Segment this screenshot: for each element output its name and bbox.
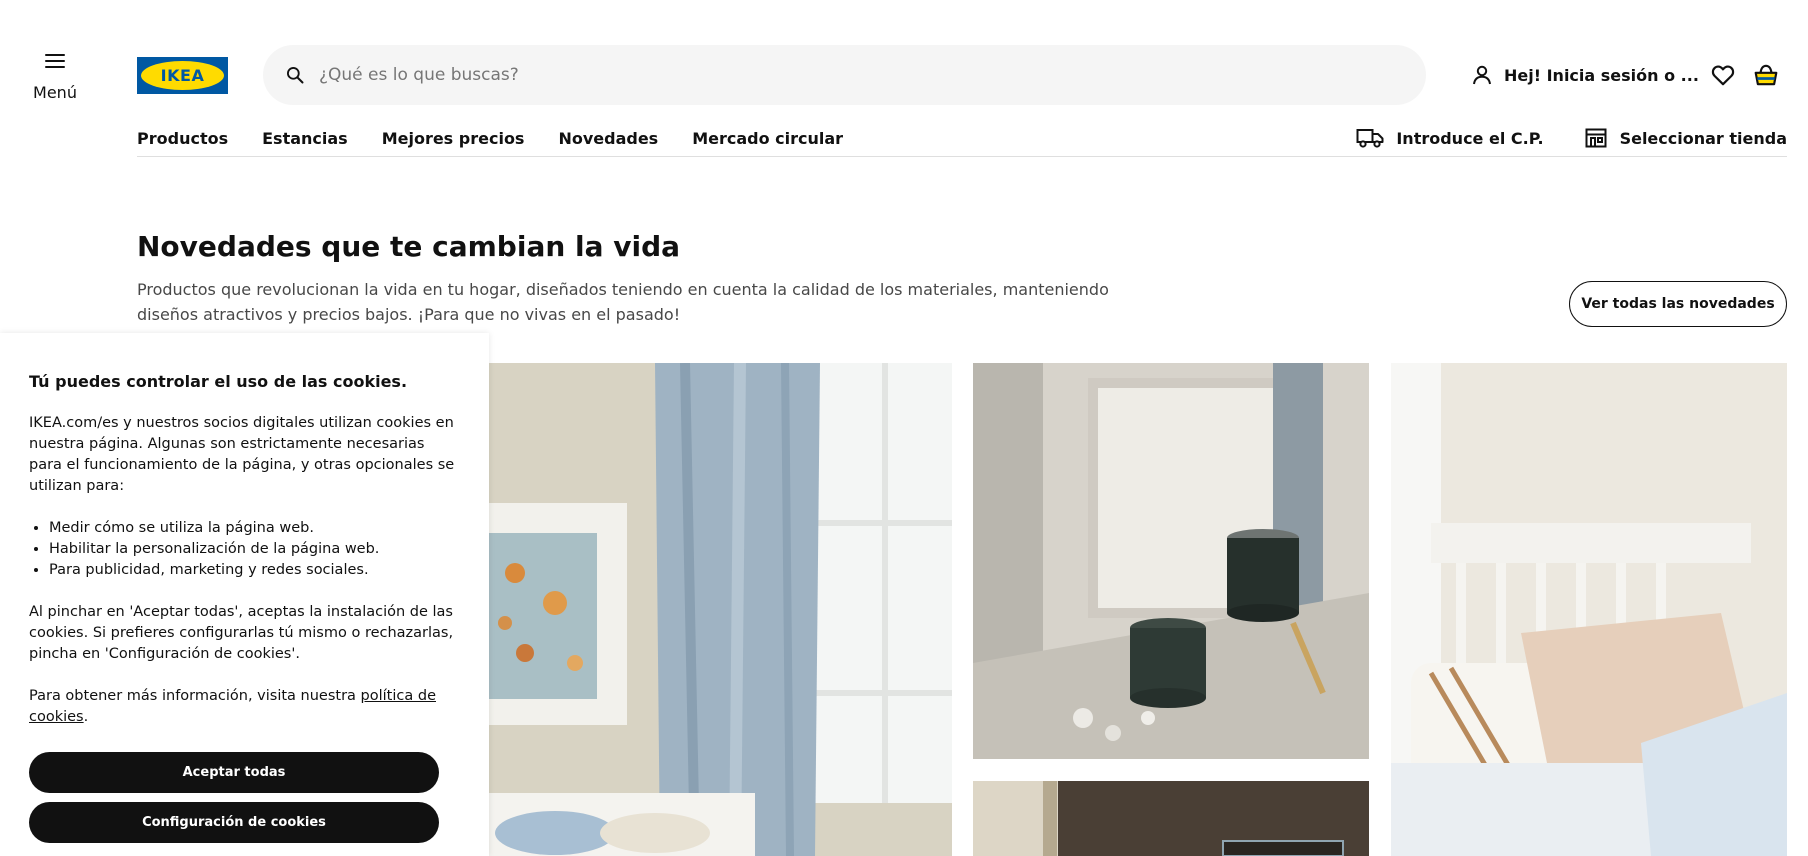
cookie-intro: IKEA.com/es y nuestros socios digitales … xyxy=(29,415,455,494)
product-image-bedroom-curtains[interactable] xyxy=(485,363,952,856)
postal-code-label: Introduce el C.P. xyxy=(1396,128,1544,148)
tv-room-illustration xyxy=(973,781,1369,856)
see-all-new-button[interactable]: Ver todas las novedades xyxy=(1569,281,1787,327)
main-nav: Productos Estancias Mejores precios Nove… xyxy=(137,120,877,156)
heart-icon[interactable] xyxy=(1710,62,1736,88)
nav-item-novedades[interactable]: Novedades xyxy=(558,129,658,148)
cookie-settings-button[interactable]: Configuración de cookies xyxy=(29,802,439,843)
select-store-label: Seleccionar tienda xyxy=(1619,128,1787,148)
cookie-purposes-list: Medir cómo se utiliza la página web. Hab… xyxy=(29,518,460,581)
menu-label: Menú xyxy=(33,83,77,102)
shopping-bag-icon[interactable] xyxy=(1753,62,1779,88)
ikea-logo[interactable]: IKEA xyxy=(137,57,228,94)
menu-button[interactable]: Menú xyxy=(22,46,88,102)
select-store-button[interactable]: Seleccionar tienda xyxy=(1584,126,1787,150)
logo-text: IKEA xyxy=(160,66,205,85)
header-divider xyxy=(137,156,1787,157)
account-label: Hej! Inicia sesión o ... xyxy=(1504,65,1699,85)
search-bar[interactable] xyxy=(263,45,1426,105)
store-icon xyxy=(1585,128,1607,148)
user-icon xyxy=(1473,65,1491,85)
bedroom-curtains-illustration xyxy=(485,363,952,856)
accept-all-cookies-button[interactable]: Aceptar todas xyxy=(29,752,439,793)
nav-item-estancias[interactable]: Estancias xyxy=(262,129,348,148)
cookie-purpose-item: Medir cómo se utiliza la página web. xyxy=(49,518,460,539)
cookie-more-info-text: Para obtener más información, visita nue… xyxy=(29,688,361,704)
cookie-title: Tú puedes controlar el uso de las cookie… xyxy=(29,372,408,391)
product-image-bed-cushions[interactable] xyxy=(1391,363,1787,856)
truck-icon xyxy=(1356,129,1384,148)
section-description: Productos que revolucionan la vida en tu… xyxy=(137,280,1109,324)
cookie-purpose-item: Habilitar la personalización de la págin… xyxy=(49,539,460,560)
candles-illustration xyxy=(973,363,1369,759)
cookie-more-info-end: . xyxy=(83,709,89,725)
nav-item-mejores-precios[interactable]: Mejores precios xyxy=(382,129,525,148)
bed-cushions-illustration xyxy=(1391,363,1787,856)
section-title: Novedades que te cambian la vida xyxy=(137,230,681,263)
cookie-more-info: Para obtener más información, visita nue… xyxy=(29,686,460,728)
cookie-banner: Tú puedes controlar el uso de las cookie… xyxy=(0,333,489,856)
cookie-accept-info: Al pinchar en 'Aceptar todas', aceptas l… xyxy=(29,604,454,662)
cookie-purpose-item: Para publicidad, marketing y redes socia… xyxy=(49,560,460,581)
search-icon xyxy=(287,67,304,84)
product-image-tv-room[interactable] xyxy=(973,781,1369,856)
nav-item-productos[interactable]: Productos xyxy=(137,129,228,148)
product-image-candles[interactable] xyxy=(973,363,1369,759)
nav-item-mercado-circular[interactable]: Mercado circular xyxy=(692,129,843,148)
account-button[interactable]: Hej! Inicia sesión o ... xyxy=(1470,60,1699,90)
search-input[interactable] xyxy=(319,55,1399,95)
utility-nav: Introduce el C.P. Seleccionar tienda xyxy=(1356,120,1787,156)
postal-code-button[interactable]: Introduce el C.P. xyxy=(1356,127,1544,149)
hamburger-icon xyxy=(45,54,65,68)
